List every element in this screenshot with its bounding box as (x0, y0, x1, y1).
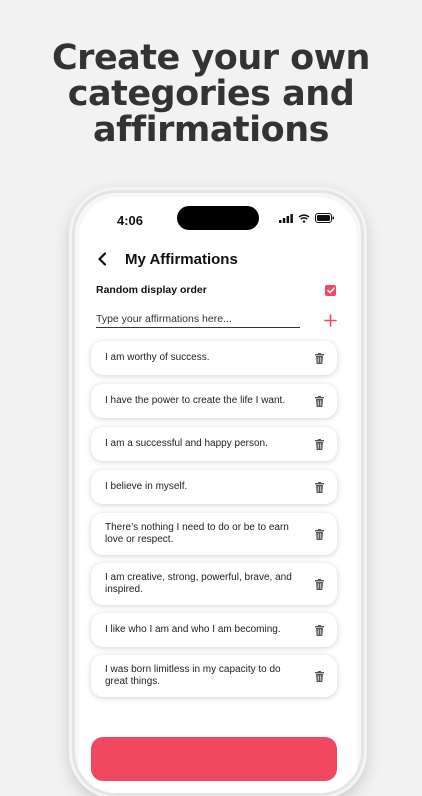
dynamic-island (177, 206, 259, 230)
affirmation-item[interactable]: I am worthy of success. (91, 341, 337, 375)
signal-icon (279, 213, 293, 223)
wifi-icon (298, 213, 310, 223)
affirmation-text: I am a successful and happy person. (105, 438, 268, 449)
trash-icon (314, 528, 324, 540)
chevron-left-icon (98, 252, 107, 266)
random-order-label: Random display order (96, 284, 207, 296)
delete-affirmation-button[interactable] (313, 578, 325, 590)
affirmation-text: I was born limitless in my capacity to d… (105, 664, 281, 687)
trash-icon (314, 670, 324, 682)
trash-icon (314, 395, 324, 407)
phone-screen: 4:06 My Affirmations Random display orde… (79, 197, 357, 793)
back-button[interactable] (93, 250, 111, 268)
trash-icon (314, 578, 324, 590)
affirmation-item[interactable]: I am creative, strong, powerful, brave, … (91, 563, 337, 605)
delete-affirmation-button[interactable] (313, 624, 325, 636)
affirmation-text: I am creative, strong, powerful, brave, … (105, 572, 292, 595)
affirmation-text: I am worthy of success. (105, 352, 210, 363)
affirmation-item[interactable]: I was born limitless in my capacity to d… (91, 655, 337, 697)
affirmation-text: I have the power to create the life I wa… (105, 395, 286, 406)
headline-line-3: affirmations (93, 110, 329, 150)
headline-line-2: categories and (67, 74, 355, 114)
affirmation-text: I like who I am and who I am becoming. (105, 624, 281, 635)
delete-affirmation-button[interactable] (313, 670, 325, 682)
random-order-checkbox[interactable] (325, 284, 336, 296)
affirmation-text: I believe in myself. (105, 481, 188, 492)
affirmation-item[interactable]: There’s nothing I need to do or be to ea… (91, 513, 337, 555)
nav-bar: My Affirmations (93, 247, 343, 271)
checkmark-icon (326, 286, 335, 293)
delete-affirmation-button[interactable] (313, 481, 325, 493)
battery-icon (315, 213, 334, 223)
delete-affirmation-button[interactable] (313, 395, 325, 407)
affirmation-item[interactable]: I am a successful and happy person. (91, 427, 337, 461)
delete-affirmation-button[interactable] (313, 352, 325, 364)
headline-line-1: Create your own (52, 38, 370, 78)
plus-icon (323, 313, 337, 327)
page-title: My Affirmations (125, 250, 238, 268)
delete-affirmation-button[interactable] (313, 528, 325, 540)
status-icons (279, 213, 335, 223)
affirmation-text: There’s nothing I need to do or be to ea… (105, 522, 289, 545)
affirmation-input[interactable] (96, 312, 300, 328)
headline: Create your own categories and affirmati… (0, 40, 422, 148)
bottom-action-button[interactable] (91, 737, 337, 781)
add-affirmation-button[interactable] (322, 312, 338, 328)
affirmation-item[interactable]: I like who I am and who I am becoming. (91, 613, 337, 647)
trash-icon (314, 481, 324, 493)
trash-icon (314, 624, 324, 636)
trash-icon (314, 438, 324, 450)
phone-frame: 4:06 My Affirmations Random display orde… (72, 190, 364, 796)
status-time: 4:06 (117, 213, 144, 228)
random-order-setting: Random display order (96, 281, 336, 299)
delete-affirmation-button[interactable] (313, 438, 325, 450)
affirmation-item[interactable]: I believe in myself. (91, 470, 337, 504)
affirmation-item[interactable]: I have the power to create the life I wa… (91, 384, 337, 418)
trash-icon (314, 352, 324, 364)
affirmation-input-row (96, 309, 338, 331)
